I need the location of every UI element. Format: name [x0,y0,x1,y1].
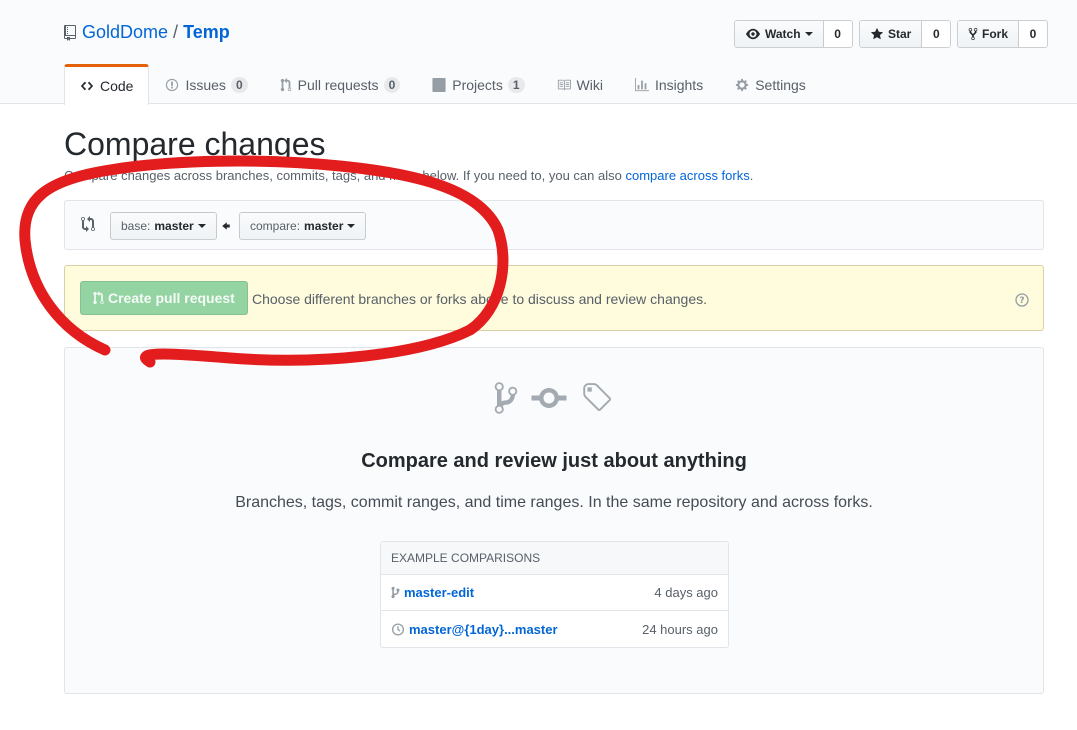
repo-separator: / [173,22,179,42]
tag-icon [583,383,612,411]
watch-count[interactable]: 0 [823,21,852,47]
create-pull-request-button[interactable]: Create pull request [80,281,248,315]
pull-requests-count: 0 [383,76,401,93]
compare-branch-select[interactable]: compare: master [239,212,367,240]
create-pull-request-label: Create pull request [108,290,235,306]
projects-count: 1 [507,76,525,93]
blankslate-text: Branches, tags, commit ranges, and time … [235,494,873,511]
tab-issues[interactable]: Issues 0 [149,64,263,104]
base-value: master [154,219,194,233]
tab-wiki[interactable]: Wiki [541,64,619,104]
star-group: Star 0 [859,20,952,48]
compare-across-forks-link[interactable]: compare across forks [625,168,749,183]
repo-title: GoldDome / Temp [64,22,230,43]
watch-group: Watch 0 [734,20,853,48]
tab-settings[interactable]: Settings [719,64,822,104]
star-count[interactable]: 0 [922,21,951,47]
compare-value: master [304,219,344,233]
eye-icon [746,28,760,40]
fork-label: Fork [982,27,1009,41]
example-comparisons-header: Example comparisons [381,542,728,575]
base-branch-select[interactable]: base: master [110,212,217,240]
tab-insights-label: Insights [654,76,704,93]
repo-nav-tabs: Code Issues 0 Pull requests 0 Projects 1… [64,64,822,105]
tab-wiki-label: Wiki [576,76,603,93]
git-branch-icon [494,382,518,414]
fork-icon [968,27,978,41]
blankslate-icons [493,380,613,416]
tab-insights[interactable]: Insights [619,64,719,104]
gear-icon [736,78,749,91]
tab-pull-requests-label: Pull requests [297,76,379,93]
tab-settings-label: Settings [755,76,806,93]
star-icon [870,27,884,40]
base-label: base: [121,219,151,233]
list-item[interactable]: master-edit 4 days ago [381,575,728,611]
fork-count[interactable]: 0 [1019,21,1048,47]
repo-name-link[interactable]: Temp [183,22,230,43]
range-editor: base: master compare: master [64,200,1044,250]
example-time: 4 days ago [654,585,718,600]
arrow-left-icon [222,222,230,230]
chevron-down-icon [197,224,206,228]
star-label: Star [888,27,912,41]
question-icon[interactable]: ? [1015,293,1029,307]
tab-projects-label: Projects [452,76,503,93]
git-pull-request-icon [280,77,291,91]
book-icon [557,79,571,90]
compare-blankslate: Compare and review just about anything B… [64,347,1044,694]
repo-owner-link[interactable]: GoldDome [82,22,168,43]
watch-label: Watch [765,27,801,41]
tab-projects[interactable]: Projects 1 [416,64,540,104]
repo-icon [64,24,76,41]
compare-flash: Create pull request Choose different bra… [64,265,1044,331]
page-title: Compare changes [64,126,326,162]
example-link[interactable]: master@{1day}...master [409,622,558,637]
compare-label: compare: [250,219,301,233]
watch-button[interactable]: Watch [735,21,824,47]
example-link[interactable]: master-edit [404,585,474,600]
git-commit-icon [531,388,567,408]
example-time: 24 hours ago [642,621,718,637]
code-icon [80,81,94,91]
issue-icon [166,78,179,91]
annotation-loop [19,155,509,368]
tab-pull-requests[interactable]: Pull requests 0 [264,64,417,104]
flash-message: Choose different branches or forks above… [252,291,707,307]
fork-button[interactable]: Fork [958,21,1020,47]
example-comparisons: Example comparisons master-edit 4 days a… [380,541,729,648]
page-subtitle: Compare changes across branches, commits… [64,168,753,183]
chevron-down-icon [347,224,356,228]
repo-header: GoldDome / Temp Watch 0 Star 0 Fork 0 Co… [0,0,1077,105]
git-compare-icon [81,216,95,232]
issues-count: 0 [230,76,248,93]
list-item[interactable]: master@{1day}...master 24 hours ago [381,611,728,647]
git-pull-request-icon [93,291,104,305]
fork-group: Fork 0 [957,20,1049,48]
subtitle-text: Compare changes across branches, commits… [64,168,626,183]
history-icon [391,622,405,636]
subtitle-end: . [749,168,754,183]
chevron-down-icon [804,32,813,36]
tab-code-label: Code [100,78,134,94]
star-button[interactable]: Star [860,21,923,47]
blankslate-title: Compare and review just about anything [361,450,747,472]
tab-issues-label: Issues [185,76,226,93]
graph-icon [634,77,649,91]
project-icon [432,77,446,92]
svg-text:?: ? [1019,296,1024,306]
git-branch-icon [391,586,400,599]
tab-code[interactable]: Code [64,64,150,105]
